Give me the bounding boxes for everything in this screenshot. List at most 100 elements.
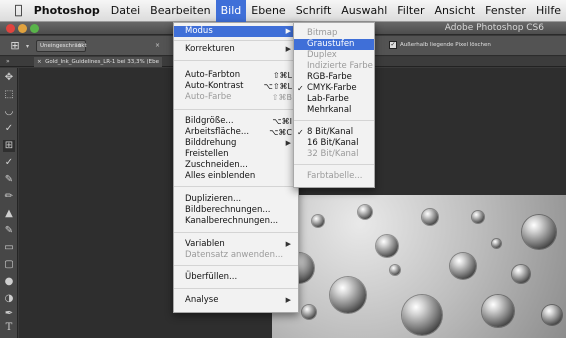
mac-menu-bar:  Photoshop Datei Bearbeiten Bild Ebene … bbox=[0, 0, 566, 22]
menu-item-graustufen[interactable]: Graustufen bbox=[294, 39, 374, 50]
history-brush-tool-icon[interactable]: ✎ bbox=[3, 225, 15, 237]
move-tool-icon[interactable]: ✥ bbox=[3, 72, 15, 84]
menu-item-freistellen[interactable]: Freistellen bbox=[174, 149, 298, 160]
menu-item-alles-einblenden-label: Alles einblenden bbox=[185, 171, 256, 181]
menu-bild[interactable]: Bild bbox=[215, 0, 247, 22]
delete-cropped-pixels-label: Außerhalb liegende Pixel löschen bbox=[400, 42, 491, 48]
quick-selection-tool-icon[interactable]: ✓ bbox=[3, 123, 15, 135]
submenu-arrow-icon: ▶ bbox=[285, 240, 291, 248]
delete-cropped-pixels-checkbox[interactable]: ✓ bbox=[389, 41, 397, 49]
window-title: Adobe Photoshop CS6 bbox=[444, 23, 544, 33]
shortcut-label: ⇧⌘L bbox=[272, 71, 292, 80]
menu-item-32-bit-label: 32 Bit/Kanal bbox=[307, 149, 359, 159]
menu-item-duplizieren-label: Duplizieren... bbox=[185, 194, 242, 204]
menu-photoshop[interactable]: Photoshop bbox=[29, 0, 105, 22]
menu-item-16-bit-label: 16 Bit/Kanal bbox=[307, 138, 359, 148]
apple-menu-icon[interactable]:  bbox=[8, 3, 29, 18]
zoom-window-button[interactable] bbox=[30, 24, 39, 33]
menu-item-zuschneiden-label: Zuschneiden... bbox=[185, 160, 248, 170]
clone-stamp-tool-icon[interactable]: ▲ bbox=[3, 208, 15, 220]
menu-auswahl[interactable]: Auswahl bbox=[336, 0, 392, 22]
bild-menu: Modus ▶ Korrekturen ▶ Auto-Farbton ⇧⌘L A… bbox=[173, 22, 299, 313]
document-tab[interactable]: × Gold_Ink_Guidelines_LR-1 bei 33,3% (Eb… bbox=[34, 57, 163, 67]
document-tab-title: Gold_Ink_Guidelines_LR-1 bei 33,3% (Ebe bbox=[45, 59, 160, 65]
menu-hilfe[interactable]: Hilfe bbox=[531, 0, 566, 22]
menu-item-auto-farbe-label: Auto-Farbe bbox=[185, 92, 232, 102]
menu-item-cmyk-farbe[interactable]: ✓ CMYK-Farbe bbox=[294, 83, 374, 94]
menu-item-korrekturen-label: Korrekturen bbox=[185, 44, 235, 54]
menu-item-kanalberechnungen[interactable]: Kanalberechnungen... bbox=[174, 216, 298, 227]
tool-preset-dropdown-icon[interactable]: ▾ bbox=[26, 43, 29, 50]
modus-submenu: Bitmap Graustufen Duplex Indizierte Farb… bbox=[293, 22, 375, 188]
close-window-button[interactable] bbox=[6, 24, 15, 33]
menu-item-bildberechnungen-label: Bildberechnungen... bbox=[185, 205, 271, 215]
lasso-tool-icon[interactable]: ◡ bbox=[3, 106, 15, 118]
menu-item-arbeitsflaeche[interactable]: Arbeitsfläche... ⌥⌘C bbox=[174, 127, 298, 138]
menu-item-auto-farbton[interactable]: Auto-Farbton ⇧⌘L bbox=[174, 70, 298, 81]
brush-tool-icon[interactable]: ✏ bbox=[3, 191, 15, 203]
menu-item-kanalberechnungen-label: Kanalberechnungen... bbox=[185, 216, 279, 226]
menu-item-bitmap: Bitmap bbox=[294, 28, 374, 39]
menu-item-variablen-label: Variablen bbox=[185, 239, 225, 249]
menu-item-cmyk-label: CMYK-Farbe bbox=[307, 83, 357, 93]
menu-item-alles-einblenden[interactable]: Alles einblenden bbox=[174, 171, 298, 182]
menu-item-duplizieren[interactable]: Duplizieren... bbox=[174, 194, 298, 205]
shortcut-label: ⌥⇧⌘L bbox=[263, 82, 292, 91]
menu-item-modus-label: Modus bbox=[185, 26, 213, 36]
menu-item-analyse[interactable]: Analyse ▶ bbox=[174, 295, 298, 306]
blur-tool-icon[interactable]: ● bbox=[3, 276, 15, 288]
eraser-tool-icon[interactable]: ▭ bbox=[3, 242, 15, 254]
shortcut-label: ⇧⌘B bbox=[271, 93, 292, 102]
menu-item-graustufen-label: Graustufen bbox=[307, 39, 355, 49]
chevron-down-icon: ⇕ bbox=[77, 43, 82, 49]
menu-item-auto-kontrast-label: Auto-Kontrast bbox=[185, 81, 244, 91]
menu-item-bitmap-label: Bitmap bbox=[307, 28, 338, 38]
swap-dimensions-icon[interactable]: × bbox=[155, 42, 160, 49]
menu-item-freistellen-label: Freistellen bbox=[185, 149, 229, 159]
menu-ansicht[interactable]: Ansicht bbox=[430, 0, 481, 22]
eyedropper-tool-icon[interactable]: ✓ bbox=[3, 157, 15, 169]
menu-item-lab-farbe[interactable]: Lab-Farbe bbox=[294, 94, 374, 105]
gradient-tool-icon[interactable]: ▢ bbox=[3, 259, 15, 271]
tools-panel: ✥ ⬚ ◡ ✓ ⊞ ✓ ✎ ✏ ▲ ✎ ▭ ▢ ● ◑ ✒ T bbox=[0, 68, 18, 338]
droplet-photo bbox=[272, 195, 566, 338]
menu-ebene[interactable]: Ebene bbox=[246, 0, 290, 22]
menu-item-korrekturen[interactable]: Korrekturen ▶ bbox=[174, 44, 298, 55]
menu-item-16-bit[interactable]: 16 Bit/Kanal bbox=[294, 138, 374, 149]
menu-filter[interactable]: Filter bbox=[392, 0, 429, 22]
menu-item-auto-kontrast[interactable]: Auto-Kontrast ⌥⇧⌘L bbox=[174, 81, 298, 92]
menu-item-bildberechnungen[interactable]: Bildberechnungen... bbox=[174, 205, 298, 216]
marquee-tool-icon[interactable]: ⬚ bbox=[3, 89, 15, 101]
menu-item-duplex-label: Duplex bbox=[307, 50, 337, 60]
menu-item-bilddrehung[interactable]: Bilddrehung ▶ bbox=[174, 138, 298, 149]
dodge-tool-icon[interactable]: ◑ bbox=[3, 293, 15, 305]
menu-item-arbeitsflaeche-label: Arbeitsfläche... bbox=[185, 127, 250, 137]
type-tool-icon[interactable]: T bbox=[3, 322, 15, 334]
menu-item-zuschneiden[interactable]: Zuschneiden... bbox=[174, 160, 298, 171]
menu-item-variablen[interactable]: Variablen ▶ bbox=[174, 239, 298, 250]
menu-item-farbtabelle: Farbtabelle... bbox=[294, 171, 374, 182]
menu-item-modus[interactable]: Modus ▶ bbox=[174, 26, 298, 37]
crop-tool-icon[interactable]: ⊞ bbox=[3, 140, 15, 152]
menu-item-mehrkanal[interactable]: Mehrkanal bbox=[294, 105, 374, 116]
menu-item-ueberfuellen[interactable]: Überfüllen... bbox=[174, 272, 298, 283]
pen-tool-icon[interactable]: ✒ bbox=[3, 308, 15, 320]
menu-bearbeiten[interactable]: Bearbeiten bbox=[145, 0, 215, 22]
collapse-panels-icon[interactable]: » bbox=[6, 58, 10, 65]
healing-brush-tool-icon[interactable]: ✎ bbox=[3, 174, 15, 186]
menu-item-bildgroesse[interactable]: Bildgröße... ⌥⌘I bbox=[174, 116, 298, 127]
menu-schrift[interactable]: Schrift bbox=[291, 0, 337, 22]
menu-fenster[interactable]: Fenster bbox=[480, 0, 531, 22]
menu-item-bildgroesse-label: Bildgröße... bbox=[185, 116, 234, 126]
menu-datei[interactable]: Datei bbox=[106, 0, 145, 22]
menu-item-lab-label: Lab-Farbe bbox=[307, 94, 349, 104]
crop-tool-icon[interactable]: ⊞ bbox=[8, 39, 22, 53]
crop-ratio-select[interactable]: Uneingeschränkt ⇕ bbox=[36, 40, 87, 52]
shortcut-label: ⌥⌘C bbox=[269, 128, 292, 137]
close-tab-icon[interactable]: × bbox=[37, 59, 45, 65]
minimize-window-button[interactable] bbox=[18, 24, 27, 33]
shortcut-label: ⌥⌘I bbox=[272, 117, 292, 126]
menu-item-rgb-farbe[interactable]: RGB-Farbe bbox=[294, 72, 374, 83]
menu-item-mehrkanal-label: Mehrkanal bbox=[307, 105, 352, 115]
menu-item-8-bit[interactable]: ✓ 8 Bit/Kanal bbox=[294, 127, 374, 138]
